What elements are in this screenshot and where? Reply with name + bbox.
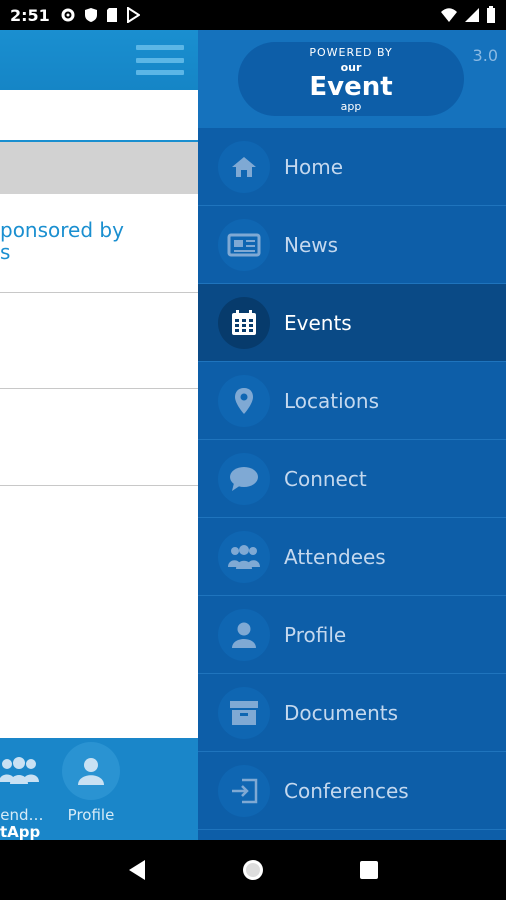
status-time: 2:51 [10, 5, 50, 25]
recents-icon[interactable] [359, 860, 379, 880]
hamburger-menu-icon[interactable] [136, 45, 184, 75]
bottom-nav-profile[interactable]: Profile [62, 742, 120, 824]
logo-powered-by: POWERED BY [309, 45, 393, 59]
drawer-item-connect[interactable]: Connect [198, 440, 506, 518]
settings-icon [61, 8, 75, 22]
sign-in-icon [218, 764, 270, 817]
person-icon [78, 758, 104, 785]
back-icon[interactable] [127, 859, 147, 881]
chat-bubble-icon [218, 452, 270, 505]
logo-app: app [340, 99, 362, 113]
logo-event: Event [309, 71, 393, 102]
our-event-app-logo: POWERED BY our Event app [238, 42, 464, 116]
app-topbar [0, 30, 198, 90]
list-divider [0, 388, 198, 389]
brand-text: tApp [0, 823, 41, 840]
group-icon [218, 530, 270, 583]
sponsored-line-2: s [0, 240, 11, 264]
location-pin-icon [218, 374, 270, 427]
drawer-item-label: Events [284, 310, 352, 335]
list-divider [0, 292, 198, 293]
system-nav-bar [0, 840, 506, 900]
home-icon [218, 140, 270, 193]
drawer-item-events[interactable]: Events [198, 284, 506, 362]
drawer-item-label: Locations [284, 388, 380, 413]
home-button-icon[interactable] [241, 858, 265, 882]
archive-box-icon [218, 686, 270, 739]
navigation-drawer: POWERED BY our Event app 3.0 Home News E… [198, 30, 506, 840]
drawer-item-locations[interactable]: Locations [198, 362, 506, 440]
drawer-item-label: Attendees [284, 544, 386, 569]
wifi-icon [441, 8, 457, 22]
drawer-item-profile[interactable]: Profile [198, 596, 506, 674]
bottom-nav-attendees[interactable]: tend… [0, 742, 48, 824]
newspaper-icon [218, 218, 270, 271]
play-store-icon [126, 7, 140, 23]
drawer-item-label: Documents [284, 700, 399, 725]
drawer-item-label: Home [284, 154, 344, 179]
group-icon [0, 757, 39, 784]
drawer-item-attendees[interactable]: Attendees [198, 518, 506, 596]
sd-card-icon [106, 8, 117, 22]
version-label: 3.0 [472, 46, 498, 65]
sponsored-line-1: ponsored by [0, 218, 124, 242]
drawer-item-documents[interactable]: Documents [198, 674, 506, 752]
list-divider [0, 485, 198, 486]
drawer-item-label: News [284, 232, 339, 257]
drawer-header: POWERED BY our Event app 3.0 [198, 30, 506, 128]
bottom-nav-profile-label: Profile [67, 806, 115, 824]
drawer-item-label: Conferences [284, 778, 409, 803]
status-bar: 2:51 [0, 0, 506, 30]
shield-icon [84, 8, 97, 22]
bottom-nav-attendees-label: tend… [0, 806, 44, 824]
bottom-nav: tend… Profile tApp [0, 738, 198, 840]
calendar-icon [218, 296, 270, 349]
battery-icon [487, 6, 495, 23]
section-header [0, 142, 198, 194]
drawer-item-label: Profile [284, 622, 347, 647]
signal-icon [465, 8, 479, 22]
app-content: ponsored by s tend… Profile tApp [0, 30, 198, 840]
person-icon [218, 608, 270, 661]
drawer-item-home[interactable]: Home [198, 128, 506, 206]
drawer-item-conferences[interactable]: Conferences [198, 752, 506, 830]
drawer-item-news[interactable]: News [198, 206, 506, 284]
drawer-item-label: Connect [284, 466, 367, 491]
sponsored-text[interactable]: ponsored by s [0, 220, 124, 262]
search-field[interactable] [0, 90, 198, 142]
